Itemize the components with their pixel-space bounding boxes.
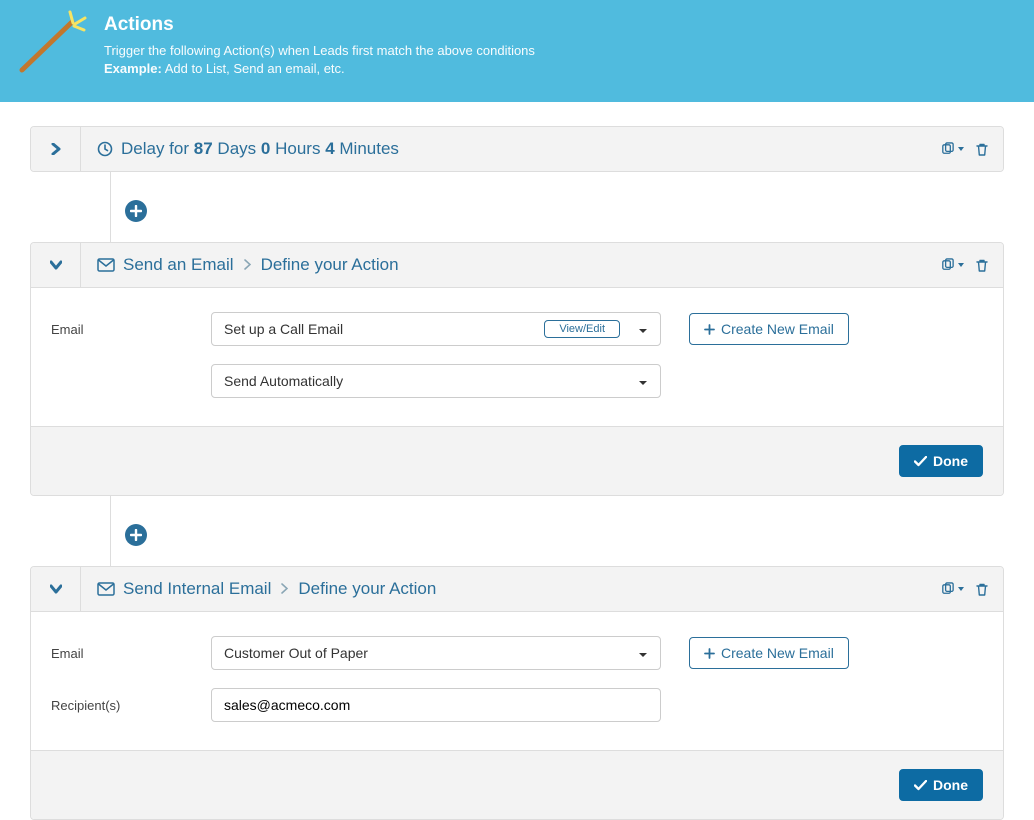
mail-icon xyxy=(97,258,115,272)
add-action-rail xyxy=(110,172,1004,242)
add-action-button[interactable] xyxy=(125,524,147,546)
card-subtitle: Define your Action xyxy=(298,579,436,599)
actions-banner: Actions Trigger the following Action(s) … xyxy=(0,0,1034,102)
copy-icon xyxy=(940,258,955,273)
create-new-email-button[interactable]: Create New Email xyxy=(689,313,849,345)
chevron-down-icon xyxy=(50,259,62,271)
delay-prefix: Delay for xyxy=(121,139,189,158)
delay-hours: 0 xyxy=(261,139,270,158)
caret-down-icon xyxy=(638,321,648,337)
email-label: Email xyxy=(51,646,211,661)
view-edit-button[interactable]: View/Edit xyxy=(544,320,620,338)
delay-minutes-unit: Minutes xyxy=(339,139,399,158)
plus-icon xyxy=(704,648,715,659)
send-email-card: Send an Email Define your Action xyxy=(30,242,1004,496)
clock-icon xyxy=(97,141,113,157)
email-template-select[interactable]: Customer Out of Paper xyxy=(211,636,661,670)
delay-days-unit: Days xyxy=(217,139,256,158)
send-internal-email-card: Send Internal Email Define your Action xyxy=(30,566,1004,820)
chevron-down-icon xyxy=(50,583,62,595)
chevron-right-icon xyxy=(50,143,62,155)
mail-icon xyxy=(97,582,115,596)
wand-icon xyxy=(12,10,94,80)
plus-icon xyxy=(704,324,715,335)
recipients-input[interactable] xyxy=(211,688,661,722)
delay-hours-unit: Hours xyxy=(275,139,320,158)
send-mode-value: Send Automatically xyxy=(224,373,343,389)
plus-icon xyxy=(130,529,142,541)
caret-down-icon xyxy=(957,261,965,269)
delete-button[interactable] xyxy=(975,142,989,157)
trash-icon xyxy=(975,258,989,273)
collapse-toggle[interactable] xyxy=(31,567,81,611)
done-button[interactable]: Done xyxy=(899,769,983,801)
delete-button[interactable] xyxy=(975,258,989,273)
create-new-email-button[interactable]: Create New Email xyxy=(689,637,849,669)
caret-down-icon xyxy=(638,373,648,389)
collapse-toggle[interactable] xyxy=(31,243,81,287)
email-template-value: Customer Out of Paper xyxy=(224,645,368,661)
copy-menu[interactable] xyxy=(940,142,965,157)
email-template-select[interactable]: Set up a Call Email View/Edit xyxy=(211,312,661,346)
delay-card: Delay for 87 Days 0 Hours 4 Minutes xyxy=(30,126,1004,172)
banner-example-text: Add to List, Send an email, etc. xyxy=(165,61,345,76)
delay-days: 87 xyxy=(194,139,213,158)
banner-title: Actions xyxy=(104,14,535,36)
copy-menu[interactable] xyxy=(940,582,965,597)
delete-button[interactable] xyxy=(975,582,989,597)
copy-icon xyxy=(940,142,955,157)
card-title: Send Internal Email xyxy=(123,579,271,599)
banner-subtitle: Trigger the following Action(s) when Lea… xyxy=(104,43,535,58)
email-template-value: Set up a Call Email xyxy=(224,321,343,337)
add-action-button[interactable] xyxy=(125,200,147,222)
expand-toggle[interactable] xyxy=(31,127,81,171)
check-icon xyxy=(914,456,927,467)
recipients-label: Recipient(s) xyxy=(51,698,211,713)
delay-minutes: 4 xyxy=(325,139,334,158)
caret-down-icon xyxy=(638,645,648,661)
caret-down-icon xyxy=(957,145,965,153)
copy-icon xyxy=(940,582,955,597)
card-subtitle: Define your Action xyxy=(261,255,399,275)
copy-menu[interactable] xyxy=(940,258,965,273)
caret-down-icon xyxy=(957,585,965,593)
add-action-rail xyxy=(110,496,1004,566)
send-mode-select[interactable]: Send Automatically xyxy=(211,364,661,398)
chevron-right-icon xyxy=(281,579,288,599)
check-icon xyxy=(914,780,927,791)
trash-icon xyxy=(975,142,989,157)
chevron-right-icon xyxy=(244,255,251,275)
done-button[interactable]: Done xyxy=(899,445,983,477)
card-title: Send an Email xyxy=(123,255,234,275)
trash-icon xyxy=(975,582,989,597)
email-label: Email xyxy=(51,322,211,337)
plus-icon xyxy=(130,205,142,217)
banner-example-label: Example: xyxy=(104,61,162,76)
